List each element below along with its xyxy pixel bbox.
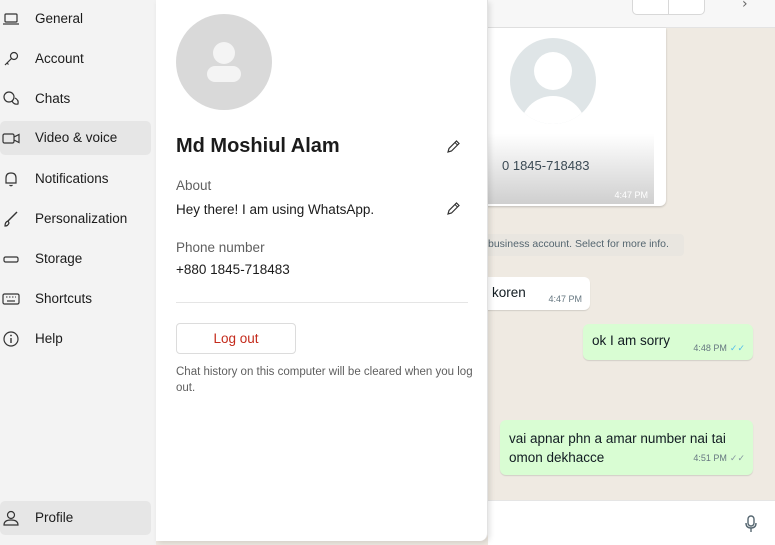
voice-call-button[interactable]	[668, 0, 705, 15]
contact-card-time: 4:47 PM	[614, 190, 648, 200]
shared-contact-card[interactable]: 0 1845-718483 4:47 PM	[476, 28, 666, 206]
video-call-button[interactable]	[632, 0, 669, 15]
sidebar-item-label: Video & voice	[35, 130, 118, 145]
sidebar-item-chats[interactable]: Chats	[0, 82, 151, 116]
sidebar-item-label: Account	[35, 51, 84, 66]
logout-note: Chat history on this computer will be cl…	[176, 366, 473, 394]
message-bubble[interactable]: ok I am sorry 4:48 PM ✓✓	[583, 324, 753, 360]
phone-value: +880 1845-718483	[176, 262, 290, 277]
logout-button[interactable]: Log out	[176, 323, 296, 354]
sidebar-item-notifications[interactable]: Notifications	[0, 162, 151, 196]
system-note[interactable]: business account. Select for more info.	[478, 234, 684, 256]
laptop-icon	[3, 13, 19, 25]
sidebar-item-general[interactable]: General	[0, 2, 151, 36]
sidebar-item-label: Profile	[35, 510, 74, 525]
chats-icon	[3, 91, 19, 105]
info-icon	[3, 331, 19, 347]
sidebar-item-personalization[interactable]: Personalization	[0, 202, 151, 236]
settings-sidebar: General Account Chats Video & voice Noti…	[0, 0, 156, 545]
divider	[176, 302, 468, 303]
message-bubble[interactable]: koren 4:47 PM	[478, 277, 590, 310]
message-time: 4:51 PM ✓✓	[693, 453, 745, 464]
bell-icon	[5, 172, 17, 187]
brush-icon	[4, 211, 18, 227]
sidebar-item-label: Personalization	[35, 211, 128, 226]
sidebar-item-video-voice[interactable]: Video & voice	[0, 121, 151, 155]
microphone-icon[interactable]	[744, 515, 758, 533]
sidebar-item-storage[interactable]: Storage	[0, 242, 151, 276]
storage-icon	[3, 256, 19, 263]
sidebar-item-profile[interactable]: Profile	[0, 501, 151, 535]
person-icon	[3, 510, 19, 526]
key-icon	[4, 51, 19, 66]
keyboard-icon	[2, 293, 20, 305]
sidebar-item-account[interactable]: Account	[0, 42, 151, 76]
contact-avatar-icon	[510, 38, 596, 124]
video-icon	[2, 133, 20, 144]
sidebar-item-label: General	[35, 11, 84, 26]
sidebar-item-help[interactable]: Help	[0, 322, 151, 356]
message-text: koren	[492, 285, 526, 300]
phone-label: Phone number	[176, 240, 265, 255]
edit-name-icon[interactable]	[445, 139, 461, 155]
chevron-icon[interactable]: ›	[742, 0, 748, 12]
profile-panel: Md Moshiul Alam About Hey there! I am us…	[156, 0, 488, 541]
about-value: Hey there! I am using WhatsApp.	[176, 202, 375, 217]
message-time: 4:48 PM ✓✓	[693, 343, 745, 354]
edit-about-icon[interactable]	[445, 201, 461, 217]
sidebar-item-label: Shortcuts	[35, 291, 93, 306]
message-bubble[interactable]: vai apnar phn a amar number nai tai omon…	[500, 420, 753, 475]
sidebar-item-shortcuts[interactable]: Shortcuts	[0, 282, 151, 316]
profile-avatar[interactable]	[176, 14, 272, 110]
contact-card-number: 0 1845-718483	[502, 158, 590, 173]
message-composer[interactable]: ge	[472, 500, 775, 545]
chat-header: ›	[488, 0, 775, 28]
profile-name: Md Moshiul Alam	[176, 135, 340, 157]
sidebar-item-label: Help	[35, 331, 63, 346]
sidebar-item-label: Storage	[35, 251, 83, 266]
message-time: 4:47 PM	[548, 294, 582, 304]
sidebar-item-label: Notifications	[35, 171, 109, 186]
about-label: About	[176, 178, 212, 193]
read-ticks-icon: ✓✓	[729, 344, 745, 354]
message-text: ok I am sorry	[592, 333, 671, 348]
delivered-ticks-icon: ✓✓	[729, 454, 745, 464]
sidebar-item-label: Chats	[35, 91, 71, 106]
